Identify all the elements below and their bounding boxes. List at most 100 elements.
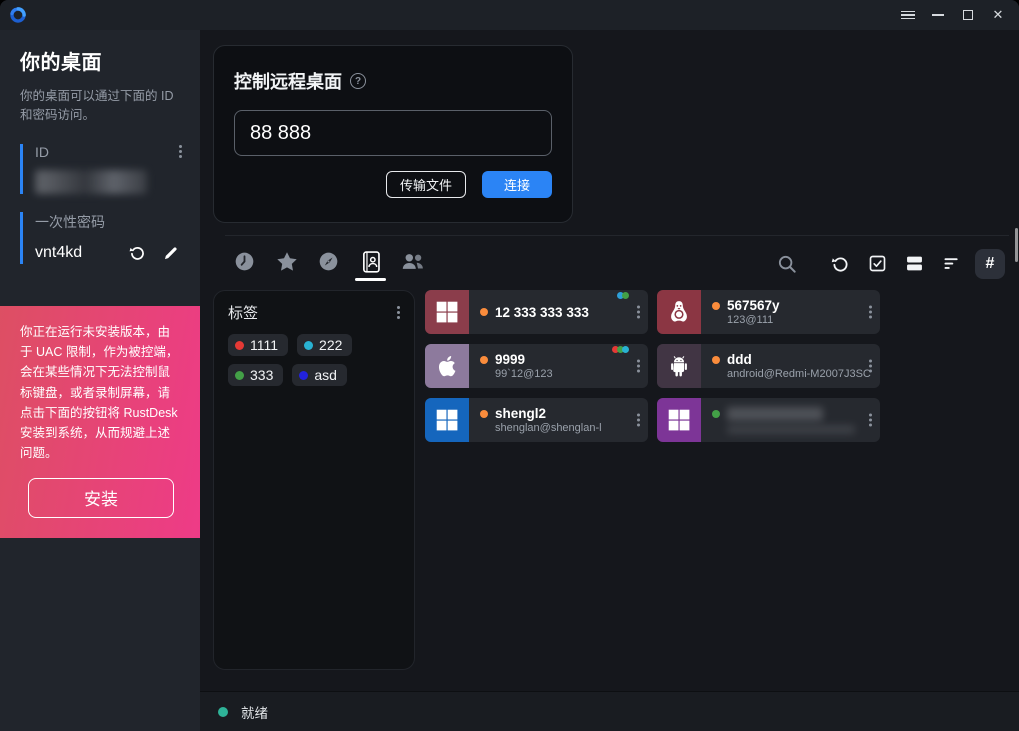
- os-tile: [657, 398, 701, 442]
- peer-menu-icon[interactable]: [869, 360, 872, 373]
- tag-chip[interactable]: 1111: [228, 334, 288, 356]
- peer-menu-icon[interactable]: [869, 306, 872, 319]
- peer-tag-dots: [619, 292, 629, 299]
- peer-name: 9999: [495, 352, 525, 367]
- windows-logo-icon: [434, 299, 460, 325]
- tag-grid-view-button[interactable]: #: [975, 249, 1005, 279]
- sidebar-title: 你的桌面: [20, 46, 182, 75]
- uac-warning-text: 你正在运行未安装版本，由于 UAC 限制，作为被控端，会在某些情况下无法控制鼠标…: [20, 322, 182, 464]
- star-icon: [275, 250, 299, 274]
- tag-color-dot: [304, 341, 313, 350]
- peer-menu-icon[interactable]: [869, 414, 872, 427]
- tags-menu-icon[interactable]: [397, 306, 400, 319]
- peer-card[interactable]: [657, 398, 880, 442]
- regenerate-password-button[interactable]: [126, 242, 148, 264]
- peer-name-redacted: [727, 407, 823, 421]
- cards-view-button[interactable]: [901, 251, 927, 277]
- active-tab-underline: [355, 278, 386, 281]
- peer-card[interactable]: ddd android@Redmi-M2007J3SC: [657, 344, 880, 388]
- connection-status-dot: [218, 707, 228, 717]
- peer-tabs: [232, 247, 425, 281]
- close-button[interactable]: ✕: [983, 2, 1013, 28]
- tag-chips: 1111 222 333 asd: [228, 334, 400, 386]
- status-dot: [480, 308, 488, 316]
- one-time-password-block: 一次性密码 vnt4kd: [20, 212, 182, 264]
- minimize-icon: [932, 14, 944, 16]
- refresh-icon: [128, 243, 147, 262]
- tag-chip[interactable]: asd: [292, 364, 347, 386]
- edit-password-button[interactable]: [160, 242, 182, 264]
- peer-name: 567567y: [727, 298, 780, 313]
- peer-address: shenglan@shenglan-l: [480, 422, 648, 434]
- peer-menu-icon[interactable]: [637, 414, 640, 427]
- tag-chip[interactable]: 222: [297, 334, 352, 356]
- rustdesk-logo-icon: [9, 6, 27, 24]
- os-tile: [425, 344, 469, 388]
- tag-chip[interactable]: 333: [228, 364, 283, 386]
- clock-icon: [233, 250, 256, 273]
- tab-address-book[interactable]: [358, 247, 383, 281]
- os-tile: [425, 290, 469, 334]
- tag-color-dot: [299, 371, 308, 380]
- connect-button[interactable]: 连接: [482, 171, 552, 198]
- pencil-icon: [162, 244, 180, 262]
- sort-button[interactable]: [938, 251, 964, 277]
- remote-control-card: 控制远程桌面 ? 传输文件 连接: [213, 45, 573, 223]
- apple-logo-icon: [435, 354, 460, 379]
- install-button[interactable]: 安装: [28, 478, 174, 518]
- device-id-block: ID: [20, 144, 182, 194]
- address-book-icon: [360, 250, 382, 274]
- os-tile: [425, 398, 469, 442]
- peer-card[interactable]: 9999 99`12@123: [425, 344, 648, 388]
- peer-name: ddd: [727, 352, 752, 367]
- sidebar: 你的桌面 你的桌面可以通过下面的 ID 和密码访问。 ID 一次性密码 vnt4…: [0, 30, 200, 731]
- sort-icon: [941, 253, 962, 274]
- remote-id-input[interactable]: [234, 110, 552, 156]
- peers-content: 标签 1111 222 3: [200, 284, 1019, 691]
- group-peers-icon: [400, 250, 426, 273]
- peer-name: shengl2: [495, 406, 546, 421]
- password-label: 一次性密码: [35, 214, 105, 230]
- id-menu-icon[interactable]: [179, 145, 182, 158]
- linux-logo-icon: [666, 299, 692, 325]
- tab-discovered[interactable]: [316, 247, 341, 281]
- status-dot: [712, 410, 720, 418]
- sidebar-description: 你的桌面可以通过下面的 ID 和密码访问。: [20, 87, 182, 126]
- help-icon[interactable]: ?: [350, 73, 366, 89]
- os-tile: [657, 344, 701, 388]
- maximize-button[interactable]: [953, 2, 983, 28]
- peer-menu-icon[interactable]: [637, 306, 640, 319]
- connection-status-label: 就绪: [241, 702, 268, 722]
- transfer-file-button[interactable]: 传输文件: [386, 171, 466, 198]
- tag-label: 222: [319, 337, 342, 353]
- status-dot: [480, 356, 488, 364]
- select-peers-button[interactable]: [864, 251, 890, 277]
- window-menu-button[interactable]: [893, 2, 923, 28]
- tab-favorites[interactable]: [274, 247, 299, 281]
- minimize-button[interactable]: [923, 2, 953, 28]
- peer-tag-dots: [614, 346, 629, 353]
- peers-toolbar: #: [200, 236, 1019, 284]
- peer-address: 99`12@123: [480, 368, 648, 380]
- peer-menu-icon[interactable]: [637, 360, 640, 373]
- scrollbar[interactable]: [1015, 228, 1018, 262]
- peer-card[interactable]: shengl2 shenglan@shenglan-l: [425, 398, 648, 442]
- titlebar: ✕: [0, 0, 1019, 30]
- windows-logo-icon: [434, 407, 460, 433]
- peer-address: 123@111: [712, 314, 880, 326]
- tab-recent-sessions[interactable]: [232, 247, 257, 281]
- peer-address: android@Redmi-M2007J3SC: [712, 368, 880, 380]
- refresh-peers-button[interactable]: [827, 251, 853, 277]
- uac-warning-banner: 你正在运行未安装版本，由于 UAC 限制，作为被控端，会在某些情况下无法控制鼠标…: [0, 306, 200, 538]
- peer-address-redacted: [727, 425, 855, 434]
- peer-card[interactable]: 567567y 123@111: [657, 290, 880, 334]
- tab-group[interactable]: [400, 247, 425, 281]
- status-dot: [480, 410, 488, 418]
- refresh-icon: [830, 253, 851, 274]
- search-button[interactable]: [774, 251, 800, 277]
- toolbar-actions: #: [774, 249, 1005, 279]
- rustdesk-window: ✕ 你的桌面 你的桌面可以通过下面的 ID 和密码访问。 ID 一次性密码: [0, 0, 1019, 731]
- device-id-value-redacted: [35, 170, 147, 194]
- peer-card[interactable]: 12 333 333 333: [425, 290, 648, 334]
- compass-icon: [317, 250, 340, 273]
